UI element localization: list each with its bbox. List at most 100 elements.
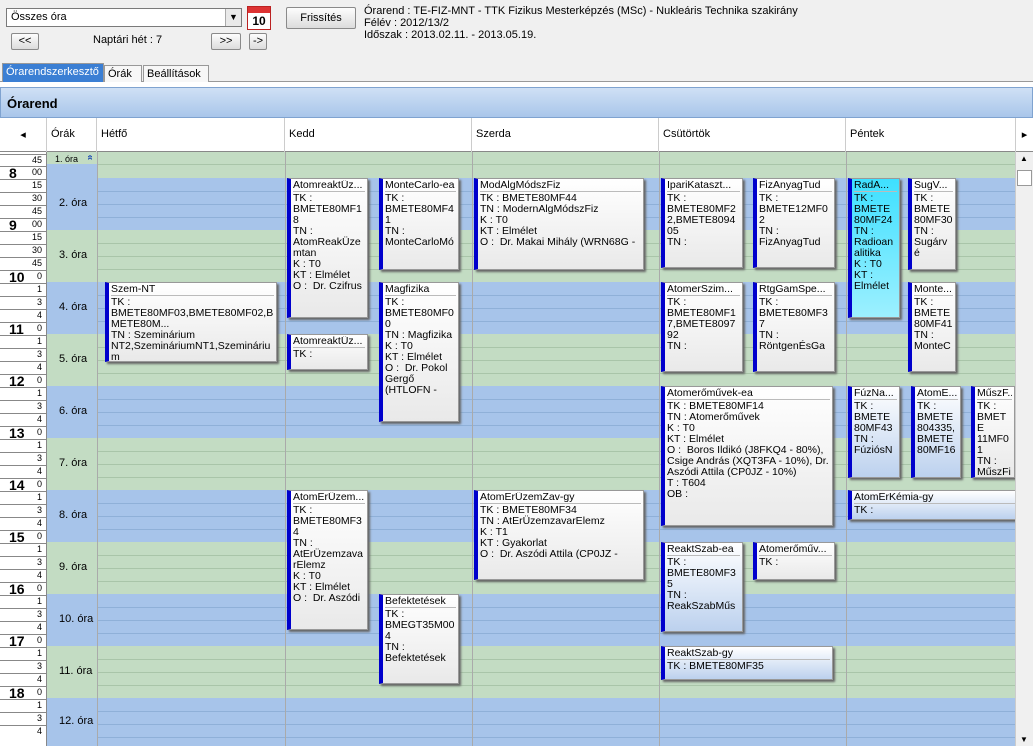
minute-label: 4 — [0, 309, 46, 322]
lesson-card[interactable]: AtomErÜzem... TK : BMETE80MF3 4 TN : AtEr… — [287, 490, 368, 630]
lesson-details: TK : BMETE12MF0 2 TN : FizAnyagTud — [759, 192, 828, 248]
lesson-card[interactable]: RadA... TK : BMETE 80MF24 TN : Radioan al… — [848, 178, 900, 318]
lesson-details: TK : BMETE80MF3 4 TN : AtErÜzemzava rEle… — [293, 504, 364, 604]
lesson-title: SugV... — [914, 180, 953, 192]
minute-label: 0 — [0, 686, 46, 699]
next-week-button[interactable]: >> — [211, 33, 241, 50]
info-line-3: Időszak : 2013.02.11. - 2013.05.19. — [364, 29, 537, 41]
minute-label: 4 — [0, 413, 46, 426]
lesson-details: TK : BMETE80MF44 TN : ModernAlgMódszFiz … — [480, 192, 636, 248]
minute-label: 4 — [0, 569, 46, 582]
timetable-grid: 1. óra 2. óra 3. óra 4. óra 5. óra 6. óra 7. ó… — [47, 152, 1015, 746]
header-hours: Órák — [47, 118, 97, 152]
lesson-card[interactable]: Magfizika TK : BMETE80MF0 0 TN : Magfizik… — [379, 282, 459, 422]
refresh-button[interactable]: Frissítés — [286, 7, 356, 29]
lesson-details: TK : BMETE80MF2 2,BMETE8094 05 TN : — [667, 192, 736, 248]
minute-label: 4 — [0, 621, 46, 634]
lesson-card[interactable]: AtomerSzim... TK : BMETE80MF1 7,BMETE8097… — [661, 282, 743, 372]
row-label: 11. óra — [59, 665, 93, 677]
scroll-thumb[interactable] — [1017, 170, 1032, 186]
scroll-right-icon[interactable]: ▸ — [1016, 118, 1033, 152]
lesson-card[interactable]: ReaktSzab-ea TK : BMETE80MF3 5 TN : ReakS… — [661, 542, 743, 632]
info-line-2: Félév : 2012/13/2 — [364, 17, 450, 29]
collapse-icon[interactable]: » — [84, 155, 95, 161]
lesson-title: Monte... — [914, 284, 953, 296]
minute-label: 4 — [0, 465, 46, 478]
header-friday: Péntek — [846, 118, 1016, 152]
lesson-details: TK : BMETE 804335, BMETE 80MF16 — [917, 400, 956, 456]
scroll-down-icon[interactable]: ▼ — [1020, 735, 1028, 744]
lesson-title: Atomerőműv... — [759, 544, 832, 556]
minute-label: 1 — [0, 543, 46, 556]
lesson-details: TK : BMETE 11MF01 TN : MűszFiz — [977, 400, 1011, 478]
lesson-card[interactable]: Monte... TK : BMETE 80MF41 TN : MonteC — [908, 282, 956, 372]
lesson-card[interactable]: MűszF...TK : BMETE 11MF01 TN : MűszFiz — [971, 386, 1015, 478]
lesson-card[interactable]: AtomE... TK : BMETE 804335, BMETE 80MF16 — [911, 386, 961, 478]
lesson-card[interactable]: Atomerőműv... TK : — [753, 542, 835, 580]
lesson-card[interactable]: ReaktSzab-gy TK : BMETE80MF35 — [661, 646, 833, 680]
lesson-details: TK : — [293, 348, 313, 360]
goto-button[interactable]: -> — [249, 33, 267, 50]
chevron-down-icon[interactable]: ▼ — [225, 9, 241, 26]
vertical-scrollbar[interactable]: ▲ ▼ — [1015, 152, 1033, 746]
lesson-title: FúzNa... — [854, 388, 897, 400]
lesson-card[interactable]: Szem-NT TK : BMETE80MF03,BMETE80MF02,B ME… — [105, 282, 277, 362]
minute-label: 45 — [0, 257, 46, 270]
lesson-card[interactable]: FizAnyagTud TK : BMETE12MF0 2 TN : FizAny… — [753, 178, 835, 268]
tab-settings[interactable]: Beállítások — [143, 65, 209, 82]
lesson-card[interactable]: Atomerőművek-ea TK : BMETE80MF14 TN : Ato… — [661, 386, 833, 526]
lesson-title: AtomE... — [917, 388, 958, 400]
row-label: 9. óra — [59, 561, 88, 573]
lesson-card[interactable]: AtomreaktÜz... TK : BMETE80MF1 8 TN : Ato… — [287, 178, 368, 318]
row-label: 5. óra — [59, 353, 88, 365]
scroll-left-icon[interactable]: ◂ — [0, 118, 47, 152]
lesson-details: TK : BMETE 80MF41 TN : MonteC — [914, 296, 953, 352]
minute-label: 3 — [0, 452, 46, 465]
minute-label: 3 — [0, 556, 46, 569]
minute-label: 3 — [0, 348, 46, 361]
header-thursday: Csütörtök — [659, 118, 846, 152]
lesson-details: TK : BMETE80MF3 5 TN : ReakSzabMűs — [667, 556, 736, 612]
minute-label: 3 — [0, 400, 46, 413]
day-divider — [472, 152, 473, 746]
minute-label: 30 — [0, 192, 46, 205]
grid-row: 12. óra — [47, 698, 1015, 746]
tab-lessons[interactable]: Órák — [104, 65, 142, 82]
lesson-title: IpariKataszt... — [667, 180, 740, 192]
prev-week-button[interactable]: << — [11, 33, 39, 50]
lesson-card[interactable]: FúzNa... TK : BMETE 80MF43 TN : FúziósN — [848, 386, 900, 478]
row-label: 4. óra — [59, 301, 88, 313]
minute-label: 0 — [0, 322, 46, 335]
lesson-details: TK : BMETE80MF1 7,BMETE8097 92 TN : — [667, 296, 736, 352]
toolbar: Összes óra ▼ 10 Frissítés << Naptári hét… — [0, 0, 1033, 62]
scroll-up-icon[interactable]: ▲ — [1020, 154, 1028, 163]
lesson-card[interactable]: MonteCarlo-ea TK : BMETE80MF4 1 TN : Mont… — [379, 178, 459, 270]
lesson-card[interactable]: SugV... TK : BMETE 80MF30 TN : Sugárvé — [908, 178, 956, 270]
lesson-card[interactable]: Befektetések TK : BMEGT35M00 4 TN : Befek… — [379, 594, 459, 684]
lesson-details: TK : BMETE80MF3 7 TN : RöntgenÉsGa — [759, 296, 828, 352]
info-line-1: Órarend : TE-FIZ-MNT - TTK Fizikus Meste… — [364, 5, 798, 17]
minute-label: 1 — [0, 647, 46, 660]
header-monday: Hétfő — [97, 118, 285, 152]
day-divider — [97, 152, 98, 746]
minute-label: 00 — [0, 218, 46, 231]
day-divider — [846, 152, 847, 746]
minute-label: 1 — [0, 491, 46, 504]
lesson-card[interactable]: RtgGamSpe... TK : BMETE80MF3 7 TN : Röntg… — [753, 282, 835, 372]
lesson-card[interactable]: AtomErKémia-gy TK : — [848, 490, 1015, 520]
lesson-card[interactable]: AtomreaktÜz... TK : — [287, 334, 368, 370]
lesson-card[interactable]: IpariKataszt... TK : BMETE80MF2 2,BMETE80… — [661, 178, 743, 268]
lesson-card[interactable]: ModAlgMódszFiz TK : BMETE80MF44 TN : Mode… — [474, 178, 644, 270]
minute-label: 1 — [0, 283, 46, 296]
calendar-day: 10 — [252, 14, 266, 28]
lesson-title: RtgGamSpe... — [759, 284, 832, 296]
day-divider — [659, 152, 660, 746]
lesson-details: TK : BMETE80MF14 TN : Atomerőművek K : T… — [667, 400, 829, 500]
view-select[interactable]: Összes óra ▼ — [6, 8, 242, 27]
grid-row: 10. óra — [47, 594, 1015, 646]
calendar-icon[interactable]: 10 — [247, 6, 271, 30]
lesson-details: TK : BMETE80MF1 8 TN : AtomReakÜze mtan … — [293, 192, 362, 292]
grid-header: ◂ Órák Hétfő Kedd Szerda Csütörtök Pénte… — [0, 118, 1033, 152]
tab-timetable-editor[interactable]: Órarendszerkesztő — [2, 63, 104, 82]
lesson-card[interactable]: AtomErÜzemZav-gy TK : BMETE80MF34 TN : At… — [474, 490, 644, 580]
